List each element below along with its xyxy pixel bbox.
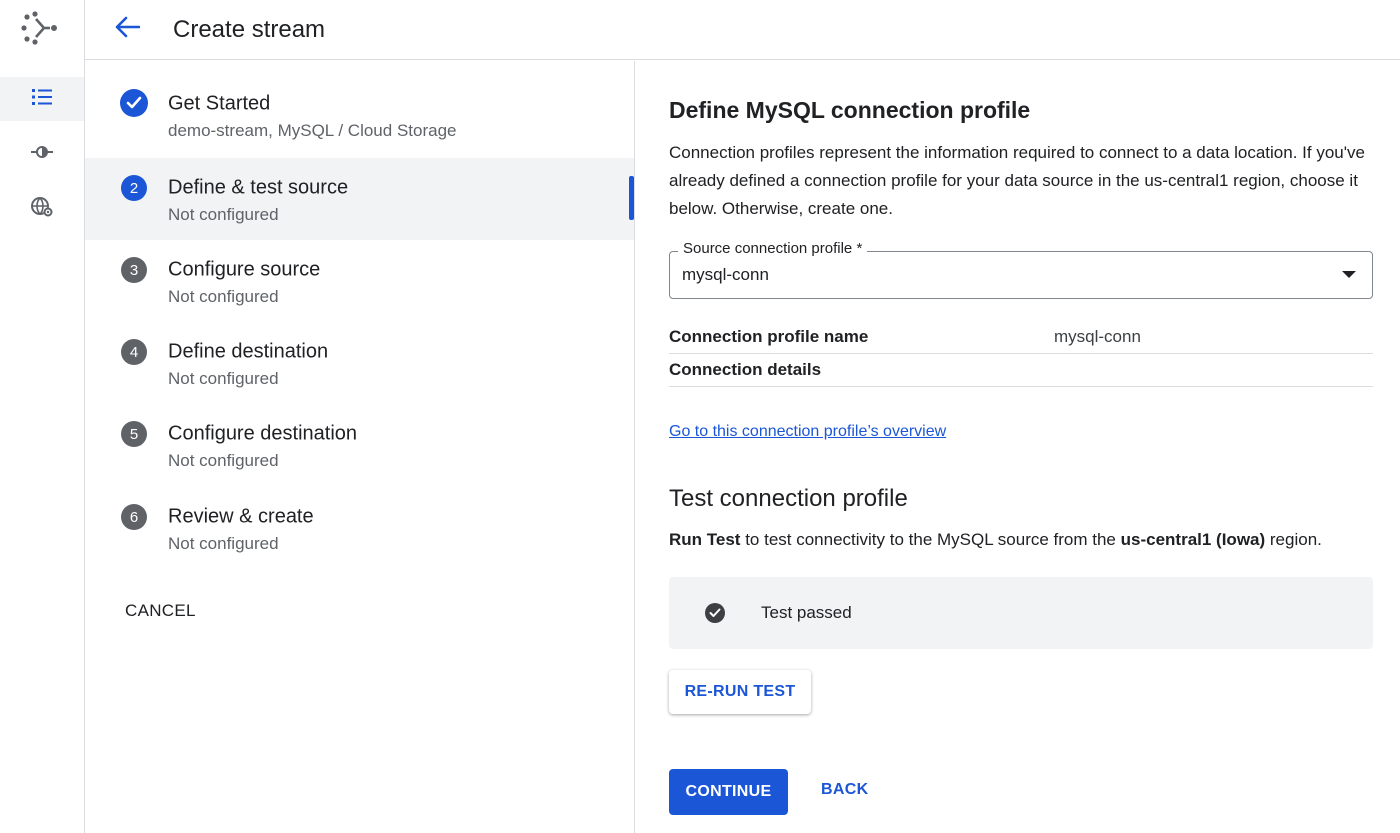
detail-key: Connection profile name (669, 327, 869, 346)
step-review-create[interactable]: 6 Review & create Not configured (85, 487, 634, 569)
step-subtitle: Not configured (168, 205, 279, 224)
step-title: Configure destination (168, 422, 358, 445)
step-subtitle: Not configured (168, 451, 279, 470)
active-step-indicator (629, 176, 634, 220)
step-title: Define destination (168, 340, 329, 363)
step-title: Define & test source (168, 176, 349, 199)
test-heading: Test connection profile (669, 485, 908, 512)
step-subtitle: demo-stream, MySQL / Cloud Storage (168, 121, 457, 140)
rail-item-streams[interactable] (0, 77, 84, 121)
select-value: mysql-conn (682, 265, 769, 284)
detail-row-connection-details: Connection details (669, 354, 1373, 387)
step-number: 6 (121, 504, 147, 530)
step-title: Configure source (168, 258, 321, 281)
section-description: Connection profiles represent the inform… (669, 143, 1365, 218)
arrow-back-icon (114, 16, 141, 43)
detail-row-profile-name: Connection profile name mysql-conn (669, 321, 1373, 354)
back-button[interactable]: BACK (821, 781, 868, 799)
detail-value: mysql-conn (1054, 327, 1141, 346)
run-test-suffix: region. (1265, 530, 1322, 549)
step-number: 4 (121, 339, 147, 365)
continue-button[interactable]: CONTINUE (669, 769, 788, 815)
detail-key: Connection details (669, 360, 822, 379)
step-subtitle: Not configured (168, 287, 279, 306)
run-test-description: Run Test to test connectivity to the MyS… (669, 530, 1322, 550)
run-test-text: to test connectivity to the MySQL source… (740, 530, 1121, 549)
rail-item-connection-profiles[interactable] (0, 132, 84, 176)
check-circle-icon (705, 603, 725, 623)
list-icon (31, 87, 53, 112)
step-subtitle: Not configured (168, 369, 279, 388)
run-test-label: Run Test (669, 530, 741, 549)
step-define-destination[interactable]: 4 Define destination Not configured (85, 322, 634, 404)
rail-item-private-connectivity[interactable] (0, 187, 84, 231)
test-status-text: Test passed (761, 603, 852, 622)
step-configure-source[interactable]: 3 Configure source Not configured (85, 240, 634, 322)
dropdown-arrow-icon (1342, 271, 1356, 278)
check-circle-icon (120, 89, 148, 117)
stepper: Get Started demo-stream, MySQL / Cloud S… (85, 61, 635, 833)
datastream-logo-icon (20, 8, 64, 48)
cancel-button[interactable]: CANCEL (125, 601, 196, 621)
step-subtitle: Not configured (168, 534, 279, 553)
test-result-box: Test passed (669, 577, 1373, 649)
profile-overview-link[interactable]: Go to this connection profile’s overview (669, 423, 946, 441)
step-get-started[interactable]: Get Started demo-stream, MySQL / Cloud S… (85, 74, 634, 156)
step-define-test-source[interactable]: 2 Define & test source Not configured (85, 158, 634, 240)
step-number: 3 (121, 257, 147, 283)
page-header: Create stream (85, 0, 1400, 60)
step-title: Review & create (168, 505, 314, 528)
connection-icon (30, 142, 54, 167)
source-connection-profile-select[interactable]: Source connection profile * mysql-conn (669, 240, 1373, 299)
region-label: us-central1 (Iowa) (1120, 530, 1266, 549)
select-label: Source connection profile * (678, 240, 868, 257)
back-arrow-button[interactable] (107, 10, 147, 50)
step-number: 2 (121, 175, 147, 201)
step-configure-destination[interactable]: 5 Configure destination Not configured (85, 404, 634, 486)
left-rail (0, 0, 85, 833)
step-title: Get Started (168, 92, 271, 115)
page-title: Create stream (173, 15, 326, 43)
globe-settings-icon (30, 195, 54, 224)
section-heading: Define MySQL connection profile (669, 97, 1031, 123)
rerun-test-button[interactable]: RE-RUN TEST (669, 670, 811, 714)
step-number: 5 (121, 421, 147, 447)
